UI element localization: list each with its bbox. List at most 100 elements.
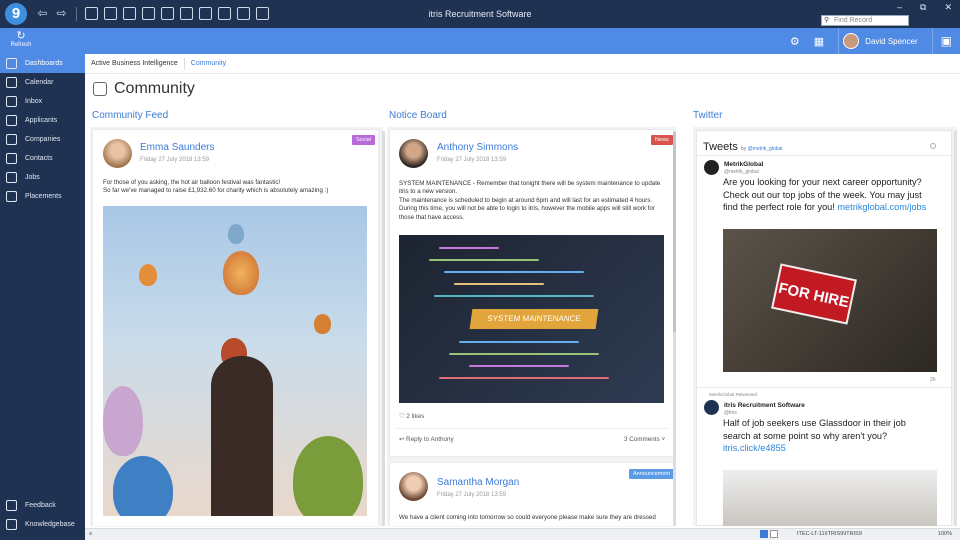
sidebar-item-dashboards[interactable]: Dashboards	[0, 54, 85, 73]
avatar[interactable]	[704, 400, 719, 415]
search-icon: ⚲	[824, 17, 830, 24]
post-line: SYSTEM MAINTENANCE - Remember that tonig…	[399, 180, 661, 187]
for-hire-photo[interactable]: FOR HIRE	[723, 229, 937, 372]
status-badge: Social	[352, 135, 375, 145]
sidebar-item-contacts[interactable]: Contacts	[0, 149, 85, 168]
sidebar-item-label: Placements	[25, 193, 62, 200]
book-icon	[6, 519, 17, 530]
retweet-label: MetrikGlobal Retweeted	[709, 392, 758, 397]
status-icon[interactable]	[770, 530, 778, 538]
monitor-icon[interactable]: ▣	[941, 34, 952, 48]
code-line	[439, 247, 499, 249]
info-icon[interactable]	[930, 143, 936, 149]
comments-label: 3 Comments	[624, 436, 660, 443]
sidebar-item-jobs[interactable]: Jobs	[0, 168, 85, 187]
tweet-link[interactable]: metrikglobal.com/jobs	[837, 202, 926, 212]
sidebar-item-label: Feedback	[25, 502, 56, 509]
user-name[interactable]: David Spencer	[865, 37, 917, 46]
breadcrumb: Active Business Intelligence Community	[85, 54, 960, 74]
balloon-shape	[293, 436, 363, 516]
likes-count[interactable]: ♡ 2 likes	[399, 413, 424, 420]
balloon-shape	[223, 251, 259, 295]
sidebar-item-placements[interactable]: Placements	[0, 187, 85, 206]
find-placeholder: Find Record	[834, 17, 873, 24]
tweet-handle[interactable]: @metrik_global	[724, 169, 759, 175]
notice-scrollbar-thumb[interactable]	[673, 132, 676, 332]
tweet-link[interactable]: itris.click/e4855	[723, 442, 948, 455]
code-line	[434, 295, 594, 297]
code-line	[469, 365, 569, 367]
post-text: SYSTEM MAINTENANCE - Remember that tonig…	[399, 180, 669, 222]
tweet-author[interactable]: itris Recruitment Software	[724, 402, 805, 409]
contacts-icon	[6, 153, 17, 164]
post-author[interactable]: Samantha Morgan	[437, 477, 519, 488]
balloon-shape	[113, 456, 173, 516]
chevron-down-icon: ˅	[661, 436, 666, 443]
office-photo[interactable]	[723, 470, 937, 526]
sidebar: Dashboards Calendar Inbox Applicants Com…	[0, 54, 85, 540]
reply-button[interactable]: ↩ Reply to Anthony	[399, 436, 454, 443]
avatar[interactable]	[399, 139, 428, 168]
avatar[interactable]	[704, 160, 719, 175]
breadcrumb-item[interactable]: Active Business Intelligence	[91, 60, 178, 67]
heart-icon: ♡	[399, 413, 405, 420]
close-button[interactable]: ✕	[944, 2, 952, 13]
ribbon: ↻ Refresh ⚙ ▦ David Spencer ▣	[0, 28, 960, 54]
post-line: itris to a new version.	[399, 188, 458, 196]
twitter-handle-link[interactable]: @metrik_global	[748, 146, 783, 152]
connection-label: ITEC-LT-11\ITRIS9\ITRIS9	[797, 531, 862, 537]
post-date: Friday 27 July 2018 13:59	[437, 157, 507, 163]
sidebar-item-label: Calendar	[25, 79, 54, 86]
menu-icon[interactable]: ≡	[89, 531, 92, 537]
post-line: The maintenance is scheduled to begin at…	[399, 196, 653, 204]
apps-grid-icon[interactable]: ▦	[814, 35, 824, 48]
applicants-icon	[6, 115, 17, 126]
sidebar-item-knowledgebase[interactable]: Knowledgebase	[0, 515, 85, 534]
maximize-button[interactable]: ⧉	[920, 2, 926, 13]
find-record-input[interactable]: ⚲ Find Record	[821, 15, 909, 26]
tweet-author[interactable]: MetrikGlobal	[724, 161, 763, 168]
comments-toggle[interactable]: 3 Comments ˅	[624, 436, 665, 443]
avatar[interactable]	[399, 472, 428, 501]
post-text: We have a client coming into tomorrow so…	[399, 514, 656, 521]
post-line: those that have access.	[399, 213, 465, 221]
sidebar-item-calendar[interactable]: Calendar	[0, 73, 85, 92]
post-author[interactable]: Emma Saunders	[140, 142, 214, 153]
jobs-icon	[6, 172, 17, 183]
tweet-line: find the perfect role for you!	[723, 202, 838, 213]
status-icon[interactable]	[760, 530, 768, 538]
post-author[interactable]: Anthony Simmons	[437, 142, 518, 153]
breadcrumb-item-current[interactable]: Community	[191, 60, 226, 67]
minimize-button[interactable]: –	[897, 2, 902, 13]
user-avatar[interactable]	[843, 33, 860, 49]
feed-scrollbar[interactable]	[382, 131, 385, 526]
connections-icon[interactable]: ⚙	[790, 35, 800, 48]
avatar[interactable]	[103, 139, 132, 168]
placements-icon	[6, 191, 17, 202]
sidebar-item-label: Jobs	[25, 174, 40, 181]
companies-icon	[6, 134, 17, 145]
tweet-text: Are you looking for your next career opp…	[723, 176, 948, 214]
zoom-level: 100%	[937, 531, 952, 537]
inbox-icon	[6, 96, 17, 107]
sidebar-item-companies[interactable]: Companies	[0, 130, 85, 149]
tweets-by-label: by	[740, 146, 747, 152]
code-line	[449, 353, 599, 355]
app-title: itris Recruitment Software	[428, 9, 532, 19]
code-line	[459, 341, 579, 343]
balloon-shape	[228, 224, 244, 244]
twitter-scrollbar[interactable]	[954, 131, 957, 526]
sidebar-item-inbox[interactable]: Inbox	[0, 92, 85, 111]
sidebar-item-applicants[interactable]: Applicants	[0, 111, 85, 130]
post-date: Friday 27 July 2018 13:59	[437, 492, 507, 498]
sidebar-item-feedback[interactable]: Feedback	[0, 496, 85, 515]
status-badge: News	[651, 135, 673, 145]
refresh-button[interactable]: ↻ Refresh	[8, 30, 34, 48]
sidebar-item-label: Contacts	[25, 155, 53, 162]
reply-label: Reply to Anthony	[406, 436, 454, 443]
twitter-title: Twitter	[693, 110, 723, 121]
community-icon	[93, 82, 107, 96]
tweet-handle[interactable]: @itris	[724, 410, 737, 416]
post-line: For those of you asking, the hot air bal…	[103, 179, 281, 186]
likes-label: 2 likes	[406, 413, 425, 420]
